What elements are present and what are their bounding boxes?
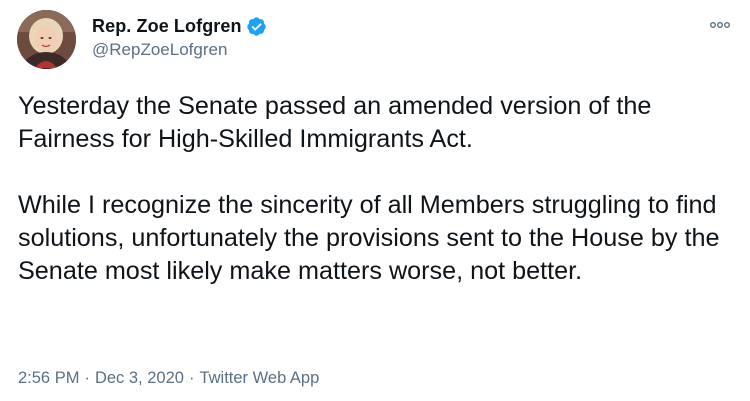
- tweet-date[interactable]: Dec 3, 2020: [95, 369, 184, 387]
- avatar-image: [17, 10, 76, 69]
- verified-badge-icon: [246, 16, 267, 37]
- separator: ·: [84, 369, 90, 387]
- tweet-metadata: 2:56 PM · Dec 3, 2020 · Twitter Web App: [18, 369, 319, 388]
- tweet-paragraph: Yesterday the Senate passed an amended v…: [18, 92, 652, 153]
- tweet-header: Rep. Zoe Lofgren @RepZoeLofgren: [92, 14, 267, 60]
- avatar[interactable]: [17, 10, 76, 69]
- separator: ·: [188, 369, 195, 387]
- tweet-text: Yesterday the Senate passed an amended v…: [18, 90, 738, 288]
- tweet-card: Rep. Zoe Lofgren @RepZoeLofgren Yesterda…: [0, 0, 750, 401]
- more-options-icon[interactable]: [708, 16, 732, 34]
- name-row: Rep. Zoe Lofgren: [92, 14, 267, 38]
- tweet-paragraph: While I recognize the sincerity of all M…: [18, 191, 720, 285]
- tweet-time[interactable]: 2:56 PM: [18, 369, 79, 387]
- handle[interactable]: @RepZoeLofgren: [92, 40, 267, 60]
- tweet-source[interactable]: Twitter Web App: [199, 369, 319, 387]
- display-name[interactable]: Rep. Zoe Lofgren: [92, 16, 242, 37]
